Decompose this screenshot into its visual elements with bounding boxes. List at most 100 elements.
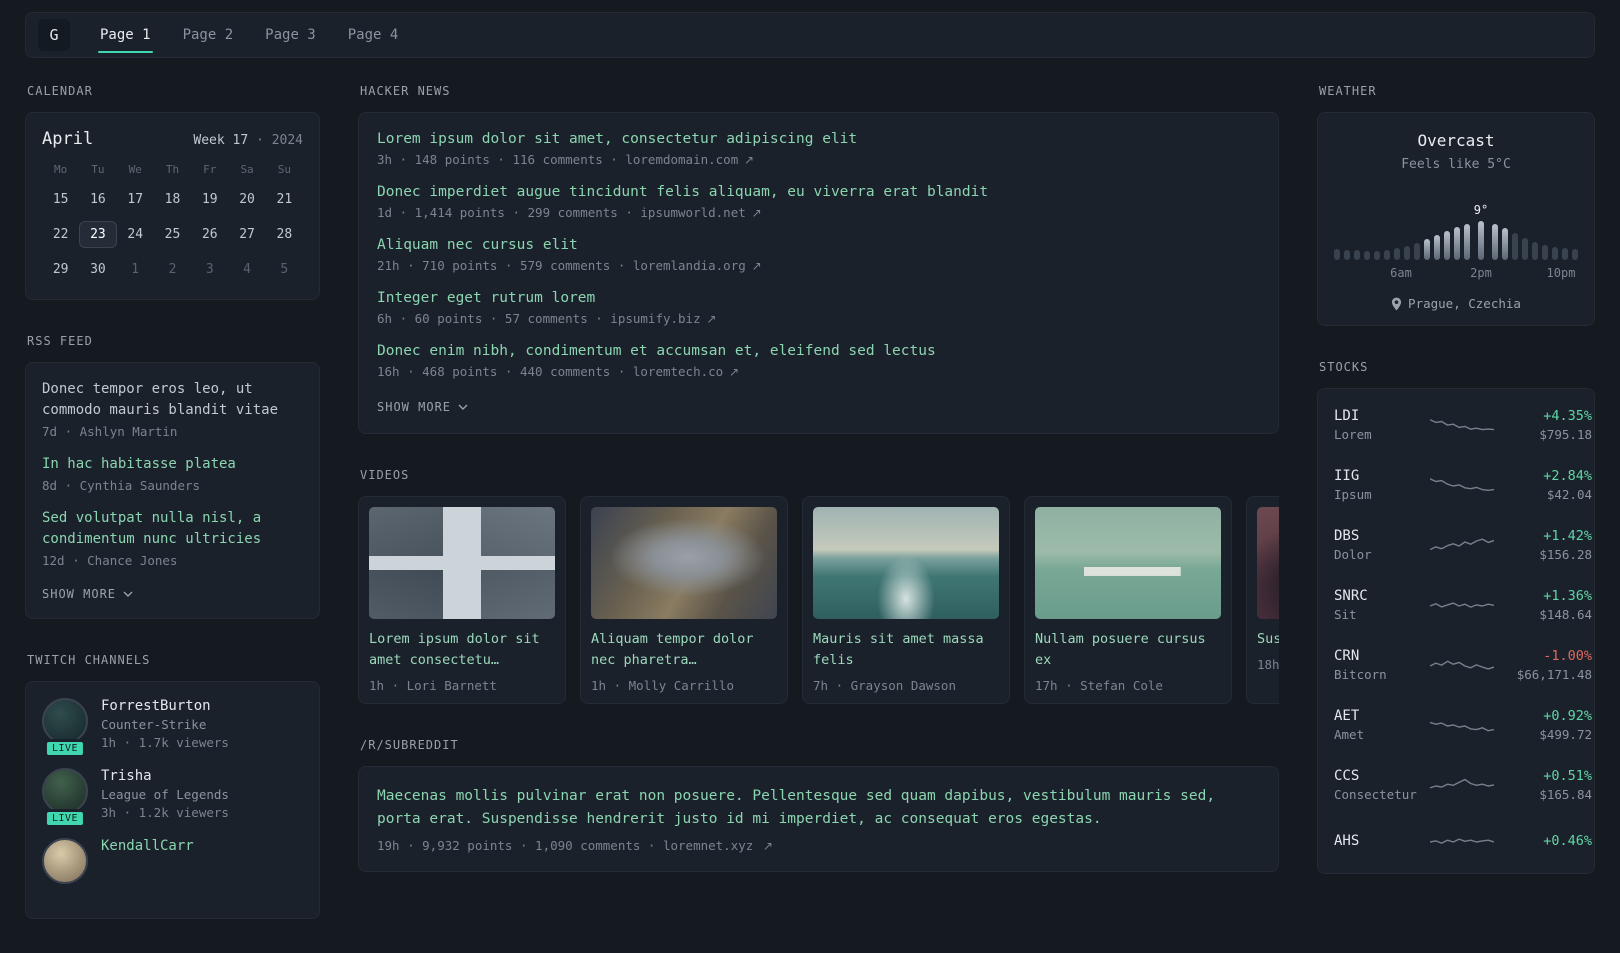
- weather-location-row: Prague, Czechia: [1334, 296, 1578, 311]
- stock-name: Dolor: [1334, 547, 1372, 562]
- twitch-section-title: TWITCH CHANNELS: [27, 653, 151, 667]
- hacker-news-item-title[interactable]: Lorem ipsum dolor sit amet, consectetur …: [377, 131, 1260, 147]
- stock-row[interactable]: CRN Bitcorn -1.00% $66,171.48: [1334, 635, 1592, 695]
- calendar-day: 16: [90, 192, 106, 207]
- twitch-avatar: [42, 698, 88, 744]
- twitch-channel-row[interactable]: LIVE Trisha League of Legends 3h · 1.2k vie…: [42, 768, 303, 828]
- stock-spark-wrap: [1430, 828, 1494, 854]
- twitch-channel-row[interactable]: LIVE ForrestBurton Counter-Strike 1h · 1.7k…: [42, 698, 303, 758]
- weather-bar: [1532, 242, 1539, 260]
- external-link-icon[interactable]: ↗: [763, 839, 773, 853]
- stock-row[interactable]: AET Amet +0.92% $499.72: [1334, 695, 1592, 755]
- external-link-icon[interactable]: ↗: [740, 153, 754, 167]
- rss-item: Donec tempor eros leo, ut commodo mauris…: [42, 379, 303, 439]
- stock-row[interactable]: LDI Lorem +4.35% $795.18: [1334, 395, 1592, 455]
- calendar-day: 17: [127, 192, 144, 207]
- weather-hour: [1373, 251, 1380, 260]
- calendar-day: 15: [52, 192, 69, 207]
- stock-row[interactable]: AHS +0.46%: [1334, 815, 1592, 867]
- hn-show-more-button[interactable]: SHOW MORE: [377, 400, 468, 414]
- weather-bar: [1443, 231, 1450, 260]
- stock-values: +0.46%: [1502, 833, 1592, 849]
- stock-row[interactable]: SNRC Sit +1.36% $148.64: [1334, 575, 1592, 635]
- hacker-news-section-title: HACKER NEWS: [360, 84, 451, 98]
- rss-item-title[interactable]: Donec tempor eros leo, ut commodo mauris…: [42, 379, 303, 421]
- stock-row[interactable]: CCS Consectetur +0.51% $165.84: [1334, 755, 1592, 815]
- calendar-day-header: Mo: [54, 163, 68, 176]
- stock-row[interactable]: IIG Ipsum +2.84% $42.04: [1334, 455, 1592, 515]
- weather-hour: [1343, 250, 1350, 260]
- hacker-news-item-title[interactable]: Integer eget rutrum lorem: [377, 290, 1260, 306]
- video-card[interactable]: Lorem ipsum dolor sit amet consectetu… 1h…: [358, 496, 566, 704]
- page-tabs: Page 1 Page 2 Page 3 Page 4: [84, 13, 414, 57]
- tab-page-4[interactable]: Page 4: [332, 13, 415, 57]
- videos-section-title: VIDEOS: [360, 468, 410, 482]
- external-link-icon[interactable]: ↗: [748, 206, 762, 220]
- live-badge: LIVE: [43, 739, 87, 758]
- external-link-icon[interactable]: ↗: [748, 259, 762, 273]
- twitch-channel-game: League of Legends: [101, 787, 229, 802]
- weather-hour: [1532, 242, 1539, 260]
- weather-bar: [1572, 249, 1579, 260]
- stock-row[interactable]: DBS Dolor +1.42% $156.28: [1334, 515, 1592, 575]
- video-card[interactable]: Aliquam tempor dolor nec pharetra… 1h · M…: [580, 496, 788, 704]
- video-title[interactable]: Nullam posuere cursus ex: [1035, 629, 1221, 671]
- hacker-news-item-title[interactable]: Donec enim nibh, condimentum et accumsan…: [377, 343, 1260, 359]
- left-column: CALENDAR April Week 17 · 2024 Mo Tu We Th Fr…: [25, 84, 320, 953]
- subreddit-card: Maecenas mollis pulvinar erat non posuer…: [358, 765, 1279, 873]
- calendar-day: 30: [90, 262, 106, 277]
- chevron-down-icon: [458, 404, 468, 410]
- hacker-news-item-meta: 1d · 1,414 points · 299 comments · ipsum…: [377, 205, 1260, 220]
- video-title[interactable]: Suspendisse diam: [1257, 629, 1279, 650]
- stock-spark-wrap: [1430, 592, 1494, 618]
- twitch-channel-name: Trisha: [101, 768, 152, 784]
- tab-page-1[interactable]: Page 1: [84, 13, 167, 57]
- rss-show-more-button[interactable]: SHOW MORE: [42, 587, 133, 601]
- weather-section-title: WEATHER: [1319, 84, 1377, 98]
- video-meta: 7h · Grayson Dawson: [813, 677, 956, 693]
- hacker-news-item: Integer eget rutrum lorem 6h · 60 points …: [377, 290, 1260, 326]
- weather-bar: [1403, 246, 1410, 260]
- external-link-icon[interactable]: ↗: [725, 365, 739, 379]
- calendar-selected-day: 23: [79, 221, 117, 248]
- tab-page-2[interactable]: Page 2: [167, 13, 250, 57]
- calendar-day: 3: [205, 262, 214, 277]
- weather-time-label: 2pm: [1470, 266, 1492, 280]
- weather-hour: [1333, 249, 1340, 260]
- stock-price: $42.04: [1546, 487, 1592, 502]
- location-pin-icon: [1391, 297, 1402, 310]
- video-title[interactable]: Aliquam tempor dolor nec pharetra…: [591, 629, 777, 671]
- stock-values: +0.51% $165.84: [1502, 768, 1592, 802]
- video-title[interactable]: Mauris sit amet massa felis: [813, 629, 999, 671]
- calendar-day: 28: [276, 227, 293, 242]
- weather-location: Prague, Czechia: [1408, 296, 1521, 311]
- video-card[interactable]: Nullam posuere cursus ex 17h · Stefan Col…: [1024, 496, 1232, 704]
- video-card[interactable]: Mauris sit amet massa felis 7h · Grayson …: [802, 496, 1010, 704]
- stock-name: Ipsum: [1334, 487, 1372, 502]
- tab-page-3[interactable]: Page 3: [249, 13, 332, 57]
- video-title[interactable]: Lorem ipsum dolor sit amet consectetu…: [369, 629, 555, 671]
- subreddit-post-title[interactable]: Maecenas mollis pulvinar erat non posuer…: [377, 785, 1260, 831]
- hacker-news-item: Lorem ipsum dolor sit amet, consectetur …: [377, 131, 1260, 167]
- hacker-news-item-title[interactable]: Donec imperdiet augue tincidunt felis al…: [377, 184, 1260, 200]
- stocks-list: LDI Lorem +4.35% $795.18 IIG Ipsum +2.84% $42.0…: [1334, 395, 1592, 867]
- calendar-day: 25: [164, 227, 181, 242]
- rss-item-title[interactable]: In hac habitasse platea: [42, 454, 303, 475]
- chevron-down-icon: [123, 591, 133, 597]
- weather-hour: [1443, 231, 1450, 260]
- stock-change: +1.36%: [1543, 588, 1592, 604]
- twitch-channel-row[interactable]: KendallCarr: [42, 838, 303, 884]
- video-card[interactable]: Suspendisse diam 18h · Tara: [1246, 496, 1279, 704]
- hacker-news-item-meta-text: 16h · 468 points · 440 comments · loremt…: [377, 364, 724, 379]
- weather-hour: [1522, 238, 1529, 260]
- twitch-channels-widget: TWITCH CHANNELS LIVE ForrestBurton Counter…: [25, 653, 320, 919]
- hacker-news-item-title[interactable]: Aliquam nec cursus elit: [377, 237, 1260, 253]
- stock-sparkline: [1430, 419, 1494, 431]
- twitch-channel-meta: 1h · 1.7k viewers: [101, 735, 229, 750]
- video-thumbnail: [369, 507, 555, 619]
- external-link-icon[interactable]: ↗: [703, 312, 716, 326]
- weather-bar: [1552, 247, 1559, 260]
- app-logo[interactable]: G: [38, 19, 70, 51]
- stock-change: +1.42%: [1543, 528, 1592, 544]
- rss-item-title[interactable]: Sed volutpat nulla nisl, a condimentum n…: [42, 508, 303, 550]
